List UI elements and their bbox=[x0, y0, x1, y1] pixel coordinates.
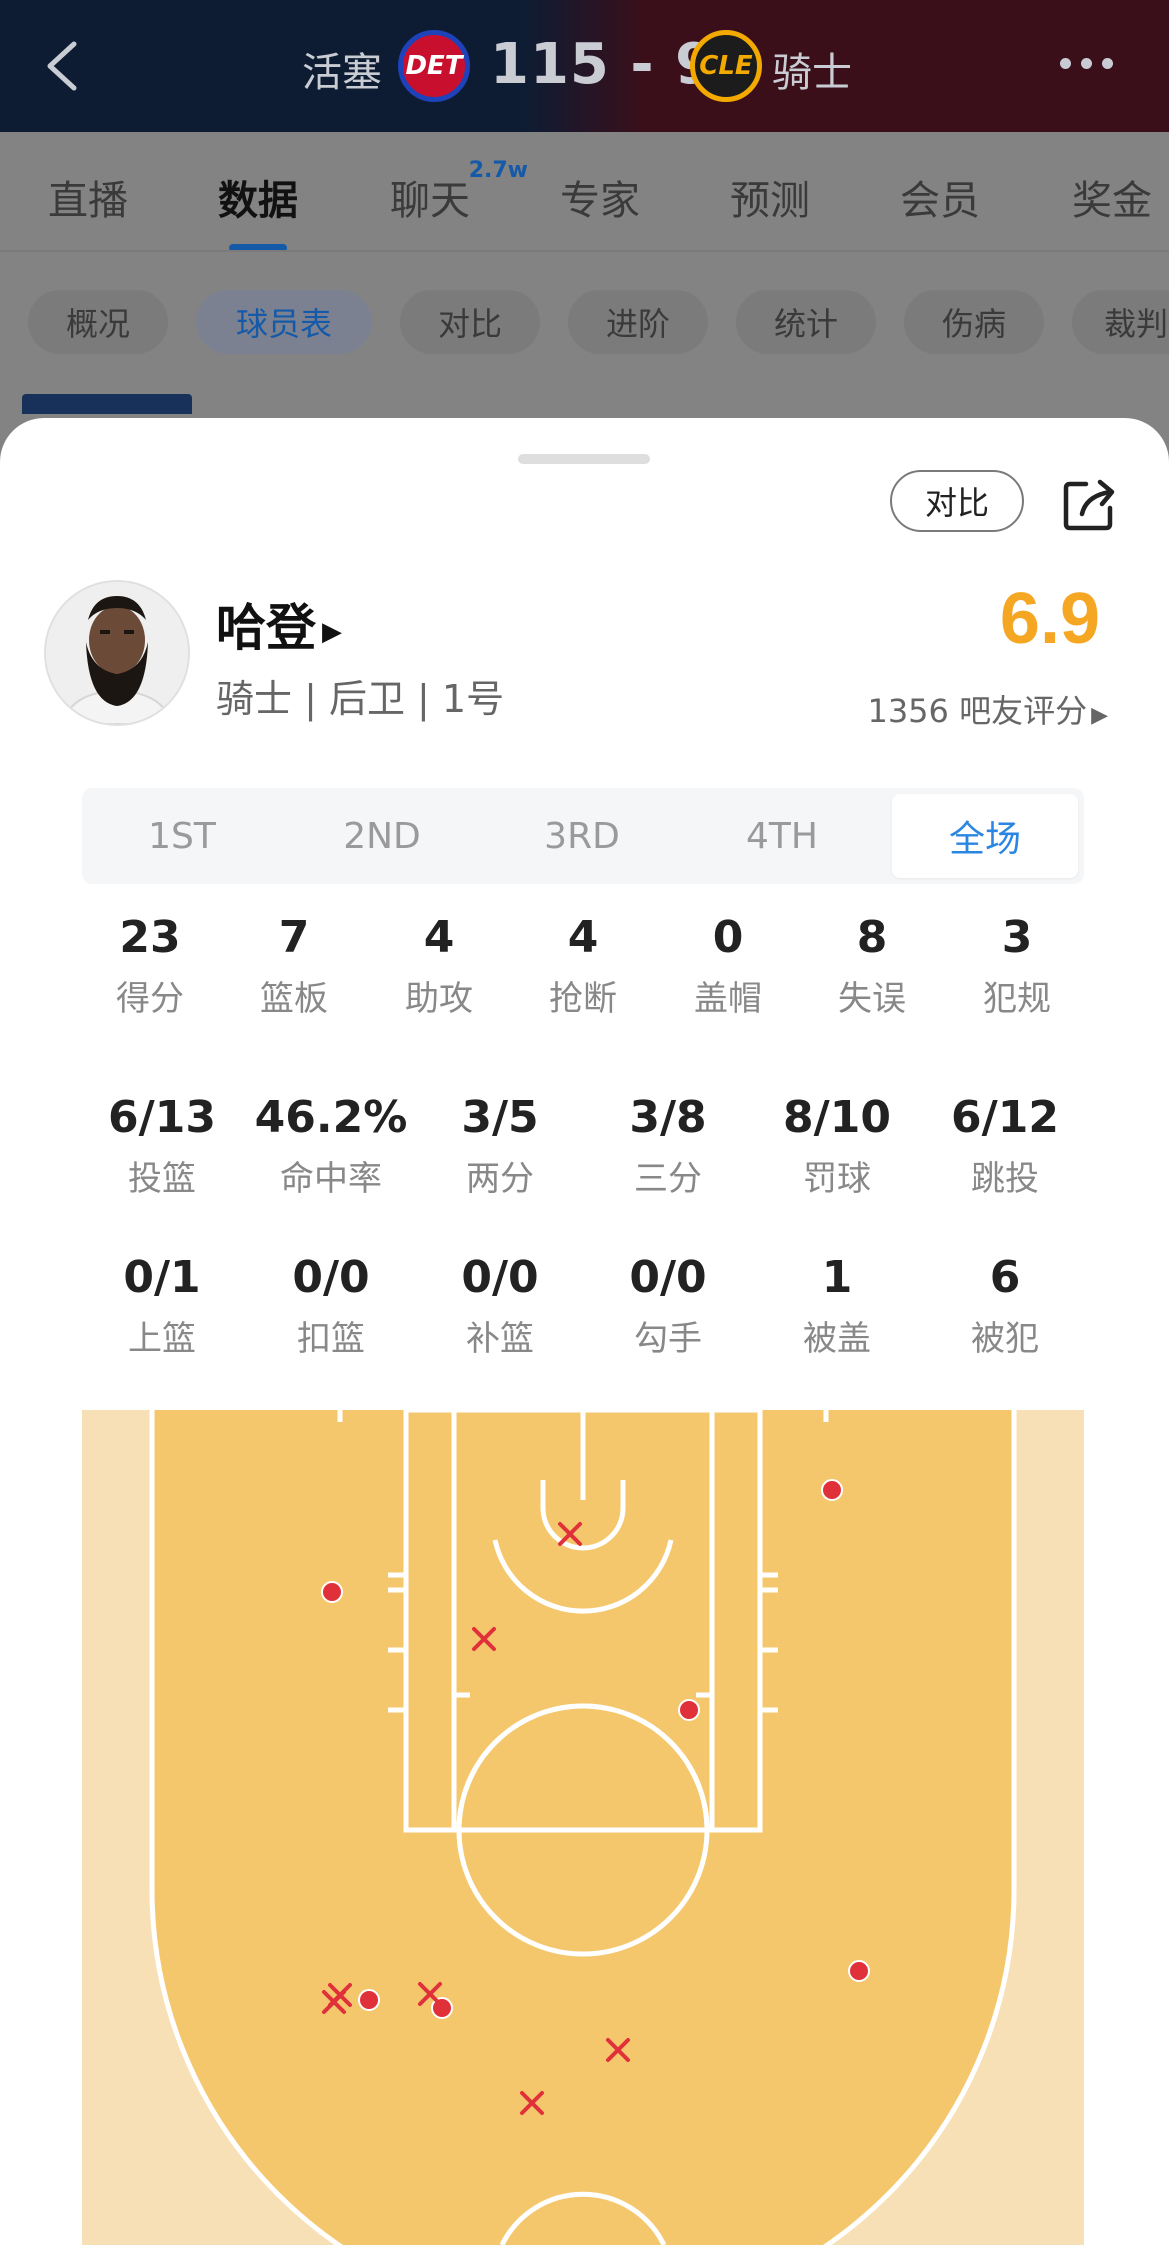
stat-blocked: 1 被盖 bbox=[803, 1252, 871, 1359]
player-meta: 骑士 | 后卫 | 1号 bbox=[216, 677, 505, 721]
tab-membership[interactable]: 会员 bbox=[900, 168, 980, 226]
stat-steals: 4 抢断 bbox=[549, 912, 617, 1019]
stat-fg-percentage: 46.2% 命中率 bbox=[254, 1092, 408, 1199]
stat-field-goals: 6/13 投篮 bbox=[108, 1092, 216, 1199]
chip-overview[interactable]: 概况 bbox=[28, 290, 168, 354]
tab-data[interactable]: 数据 bbox=[218, 168, 298, 252]
sheet-drag-handle[interactable] bbox=[518, 454, 650, 464]
period-3rd[interactable]: 3RD bbox=[482, 788, 682, 884]
stat-blocks: 0 盖帽 bbox=[694, 912, 762, 1019]
away-team-name[interactable]: 骑士 bbox=[772, 40, 852, 98]
player-rating: 6.9 bbox=[999, 579, 1100, 659]
player-name-arrow-icon: ▶ bbox=[322, 616, 342, 647]
home-team-name[interactable]: 活塞 bbox=[302, 40, 382, 98]
stat-free-throws: 8/10 罚球 bbox=[783, 1092, 891, 1199]
chip-injuries[interactable]: 伤病 bbox=[904, 290, 1044, 354]
shot-chart-court bbox=[82, 1410, 1084, 2245]
compare-button[interactable]: 对比 bbox=[890, 470, 1024, 532]
score-header: 活塞 DET 115 - 94 CLE 骑士 bbox=[0, 0, 1169, 132]
player-avatar[interactable] bbox=[44, 580, 190, 726]
stat-turnovers: 8 失误 bbox=[838, 912, 906, 1019]
rating-arrow-icon: ▶ bbox=[1091, 703, 1108, 728]
made-shot-marker bbox=[321, 1581, 343, 1603]
stat-putbacks: 0/0 补篮 bbox=[461, 1252, 539, 1359]
stat-rebounds: 7 篮板 bbox=[260, 912, 328, 1019]
tab-experts[interactable]: 专家 bbox=[560, 168, 640, 226]
player-name[interactable]: 哈登 ▶ bbox=[216, 588, 342, 660]
made-shot-marker bbox=[848, 1960, 870, 1982]
stat-fouls: 3 犯规 bbox=[983, 912, 1051, 1019]
chip-player-table[interactable]: 球员表 bbox=[196, 290, 372, 354]
away-team-logo[interactable]: CLE bbox=[690, 30, 762, 102]
back-icon[interactable] bbox=[42, 38, 82, 94]
period-4th[interactable]: 4TH bbox=[682, 788, 882, 884]
more-options-icon[interactable] bbox=[1060, 58, 1120, 72]
period-1st[interactable]: 1ST bbox=[82, 788, 282, 884]
period-2nd[interactable]: 2ND bbox=[282, 788, 482, 884]
chat-count-badge: 2.7w bbox=[468, 158, 528, 183]
tab-prediction[interactable]: 预测 bbox=[730, 168, 810, 226]
rating-count-link[interactable]: 1356 吧友评分 ▶ bbox=[800, 686, 1108, 732]
main-tab-bar: 直播 数据 聊天 2.7w 专家 预测 会员 奖金 bbox=[0, 132, 1169, 252]
period-selector: 1ST 2ND 3RD 4TH 全场 bbox=[82, 788, 1084, 884]
made-shot-marker bbox=[821, 1479, 843, 1501]
home-team-logo[interactable]: DET bbox=[398, 30, 470, 102]
made-shot-marker bbox=[678, 1699, 700, 1721]
made-shot-marker bbox=[358, 1989, 380, 2011]
team-strip bbox=[22, 394, 192, 414]
tab-live[interactable]: 直播 bbox=[48, 168, 128, 226]
tab-prize[interactable]: 奖金 bbox=[1072, 168, 1152, 226]
tab-chat[interactable]: 聊天 2.7w bbox=[390, 158, 528, 226]
period-full-game[interactable]: 全场 bbox=[892, 794, 1078, 878]
share-icon[interactable] bbox=[1060, 474, 1120, 534]
stat-dunks: 0/0 扣篮 bbox=[292, 1252, 370, 1359]
stat-two-pointers: 3/5 两分 bbox=[461, 1092, 539, 1199]
stat-three-pointers: 3/8 三分 bbox=[629, 1092, 707, 1199]
stat-layups: 0/1 上篮 bbox=[123, 1252, 201, 1359]
chip-statistics[interactable]: 统计 bbox=[736, 290, 876, 354]
player-detail-sheet: 对比 哈登 ▶ 骑士 | 后卫 | 1号 6.9 1356 吧友评分 ▶ 1ST 2… bbox=[0, 418, 1169, 2245]
stat-points: 23 得分 bbox=[116, 912, 184, 1019]
chip-compare[interactable]: 对比 bbox=[400, 290, 540, 354]
chip-advanced[interactable]: 进阶 bbox=[568, 290, 708, 354]
chip-referees[interactable]: 裁判 bbox=[1072, 290, 1169, 354]
tab-divider bbox=[0, 250, 1169, 252]
stat-hook-shots: 0/0 勾手 bbox=[629, 1252, 707, 1359]
stat-fouled: 6 被犯 bbox=[971, 1252, 1039, 1359]
stat-jump-shots: 6/12 跳投 bbox=[951, 1092, 1059, 1199]
stat-assists: 4 助攻 bbox=[405, 912, 473, 1019]
